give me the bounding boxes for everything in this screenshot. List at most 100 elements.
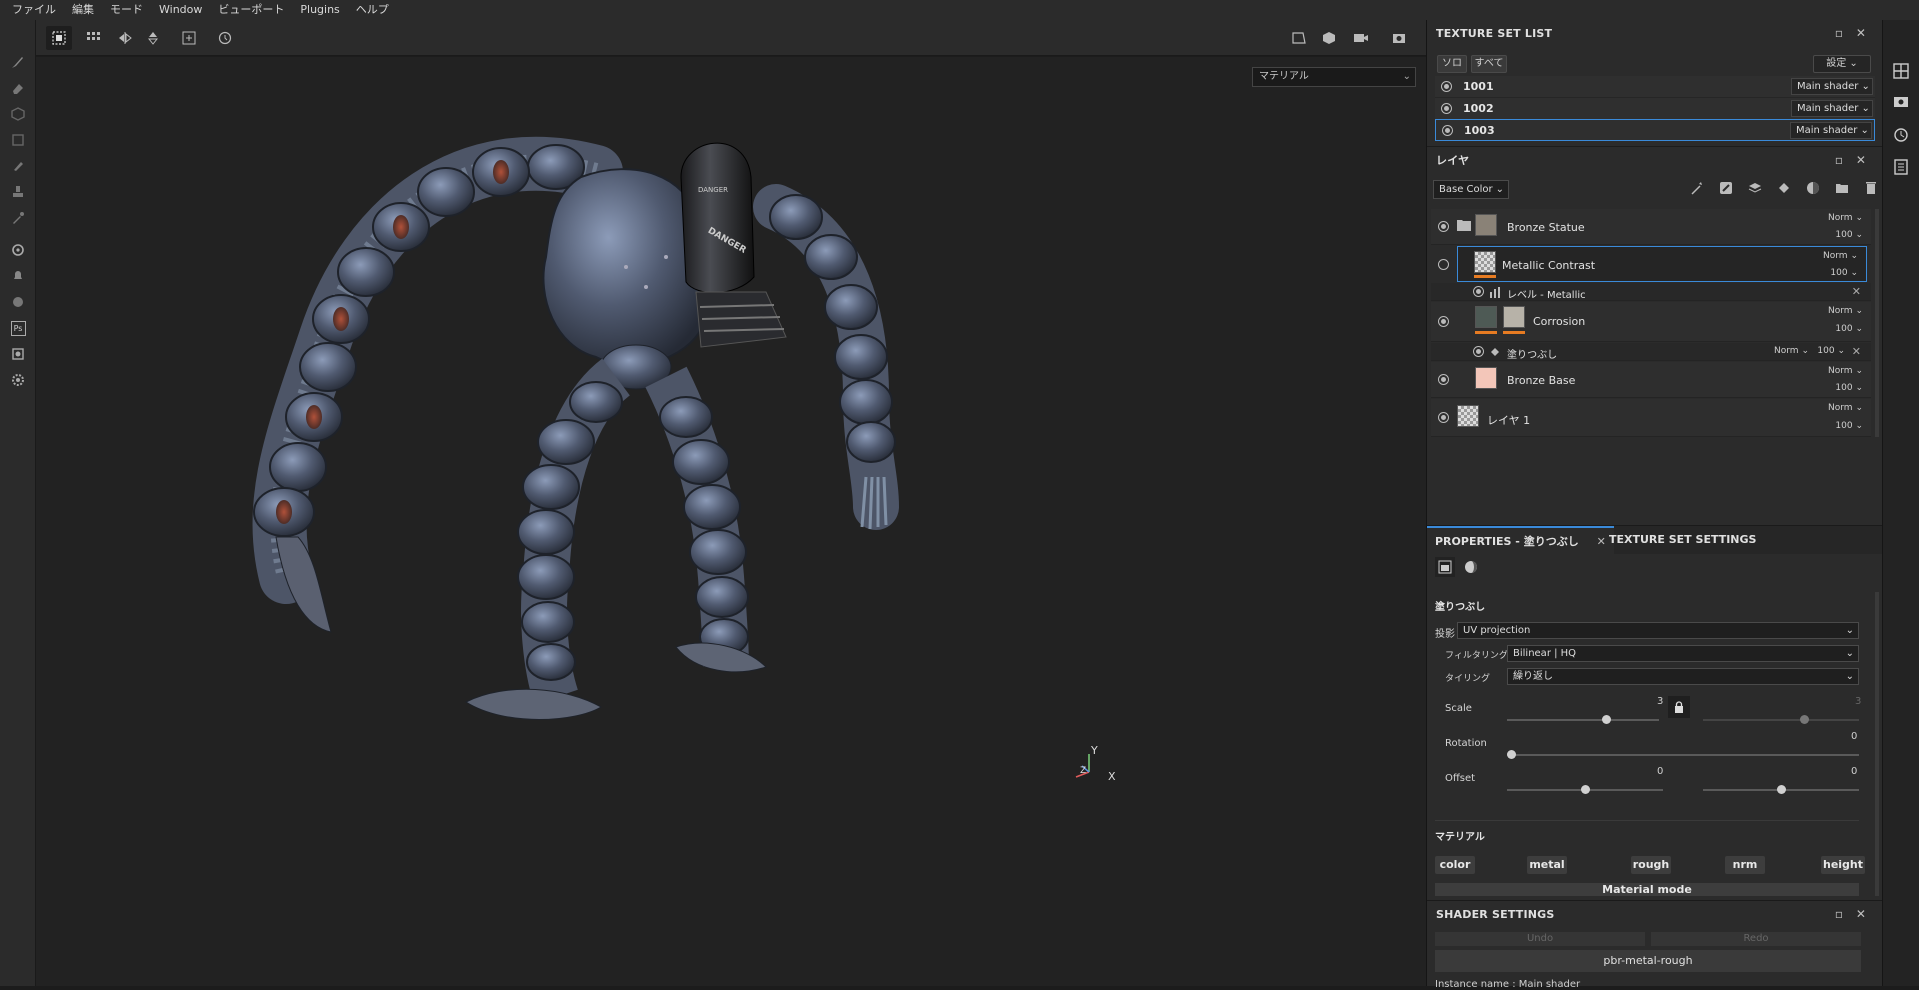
layer-row[interactable]: Corrosion Norm ⌄ 100 ⌄ xyxy=(1431,302,1871,342)
rotation-value[interactable]: 0 xyxy=(1851,731,1857,742)
effect-row-fill[interactable]: 塗りつぶし Norm ⌄ 100 ⌄ ✕ xyxy=(1431,343,1871,361)
blend-mode-select[interactable]: Norm ⌄ xyxy=(1774,346,1809,356)
visibility-eye-icon[interactable] xyxy=(1473,286,1484,297)
settings-icon[interactable] xyxy=(6,368,30,392)
symmetry-x-icon[interactable] xyxy=(112,26,138,50)
slider-knob[interactable] xyxy=(1601,715,1611,724)
layer-row-folder[interactable]: Bronze Statue Norm ⌄ 100 ⌄ xyxy=(1431,209,1871,245)
settings-dropdown[interactable]: 設定 ⌄ xyxy=(1813,55,1871,73)
visibility-eye-icon[interactable] xyxy=(1438,221,1449,232)
all-button[interactable]: すべて xyxy=(1471,55,1507,73)
add-icon[interactable] xyxy=(176,26,202,50)
shader-preset-button[interactable]: pbr-metal-rough xyxy=(1435,950,1861,972)
opacity-select[interactable]: 100 ⌄ xyxy=(1830,268,1858,278)
effect-row-levels[interactable]: レベル - Metallic ✕ xyxy=(1431,283,1871,301)
menu-plugins[interactable]: Plugins xyxy=(292,0,347,20)
opacity-select[interactable]: 100 ⌄ xyxy=(1817,346,1845,356)
offset-v-slider[interactable] xyxy=(1703,785,1859,794)
lock-icon[interactable] xyxy=(1668,696,1690,718)
clone-stamp-icon[interactable] xyxy=(6,180,30,204)
undock-icon[interactable]: ▫ xyxy=(1829,20,1849,46)
visibility-eye-icon[interactable] xyxy=(1442,125,1453,136)
undo-button[interactable]: Undo xyxy=(1435,932,1645,946)
blend-mode-select[interactable]: Norm ⌄ xyxy=(1828,366,1863,376)
paint-brush-icon[interactable] xyxy=(6,50,30,74)
history-icon[interactable] xyxy=(1892,126,1910,144)
notification-icon[interactable] xyxy=(6,264,30,288)
substance-icon[interactable] xyxy=(6,290,30,314)
blend-mode-select[interactable]: Norm ⌄ xyxy=(1828,306,1863,316)
viewport-display-mode-select[interactable]: マテリアル ⌄ xyxy=(1252,67,1416,87)
blend-mode-select[interactable]: Norm ⌄ xyxy=(1828,403,1863,413)
rotation-slider[interactable] xyxy=(1507,750,1859,759)
color-picker-icon[interactable] xyxy=(6,206,30,230)
menu-file[interactable]: ファイル xyxy=(4,0,64,20)
channel-toggle-nrm[interactable]: nrm xyxy=(1725,856,1765,874)
blend-mode-select[interactable]: Norm ⌄ xyxy=(1823,251,1858,261)
layout-view-icon[interactable] xyxy=(1286,26,1312,50)
channel-toggle-color[interactable]: color xyxy=(1435,856,1475,874)
shader-select[interactable]: Main shader ⌄ xyxy=(1791,100,1873,117)
offset-u-value[interactable]: 0 xyxy=(1657,766,1663,777)
solo-button[interactable]: ソロ xyxy=(1437,55,1467,73)
3d-view-icon[interactable] xyxy=(1316,26,1342,50)
remove-effect-icon[interactable]: ✕ xyxy=(1852,285,1861,298)
layer-row[interactable]: レイヤ 1 Norm ⌄ 100 ⌄ xyxy=(1431,399,1871,437)
export-icon[interactable] xyxy=(6,342,30,366)
texture-set-row[interactable]: 1001 Main shader ⌄ xyxy=(1435,76,1875,98)
opacity-select[interactable]: 100 ⌄ xyxy=(1835,230,1863,240)
remove-effect-icon[interactable]: ✕ xyxy=(1852,345,1861,358)
layer-row[interactable]: Bronze Base Norm ⌄ 100 ⌄ xyxy=(1431,362,1871,398)
projection-select[interactable]: UV projection ⌄ xyxy=(1457,622,1859,639)
grid-icon[interactable] xyxy=(80,26,106,50)
tab-properties[interactable]: PROPERTIES - 塗りつぶし ✕ xyxy=(1427,526,1614,554)
screenshot-camera-icon[interactable] xyxy=(1386,26,1412,50)
menu-edit[interactable]: 編集 xyxy=(64,0,102,20)
polygon-fill-icon[interactable] xyxy=(6,128,30,152)
tab-texture-set-settings[interactable]: TEXTURE SET SETTINGS xyxy=(1601,526,1764,554)
texture-set-row-selected[interactable]: 1003 Main shader ⌄ xyxy=(1435,119,1875,141)
properties-scrollbar[interactable] xyxy=(1875,592,1879,896)
visibility-eye-icon[interactable] xyxy=(1438,412,1449,423)
shader-select[interactable]: Main shader ⌄ xyxy=(1791,78,1873,95)
menu-help[interactable]: ヘルプ xyxy=(348,0,397,20)
offset-v-value[interactable]: 0 xyxy=(1851,766,1857,777)
add-effect-icon[interactable] xyxy=(1718,180,1734,200)
add-folder-icon[interactable] xyxy=(1834,180,1850,200)
texture-set-row[interactable]: 1002 Main shader ⌄ xyxy=(1435,98,1875,120)
eraser-icon[interactable] xyxy=(6,76,30,100)
bake-icon[interactable] xyxy=(6,238,30,262)
material-sphere-icon[interactable] xyxy=(1461,557,1481,577)
close-icon[interactable]: ✕ xyxy=(1851,20,1871,46)
slider-knob[interactable] xyxy=(1507,750,1516,759)
menu-viewport[interactable]: ビューポート xyxy=(210,0,292,20)
3d-viewport[interactable]: DANGER DANGER Y X Z xyxy=(36,57,1426,986)
symmetry-y-icon[interactable] xyxy=(140,26,166,50)
layers-scrollbar[interactable] xyxy=(1875,209,1879,437)
visibility-eye-icon[interactable] xyxy=(1441,103,1452,114)
history-icon[interactable] xyxy=(212,26,238,50)
visibility-eye-icon[interactable] xyxy=(1438,259,1449,270)
magic-wand-icon[interactable] xyxy=(1689,180,1705,200)
material-mode-button[interactable]: Material mode xyxy=(1435,883,1859,896)
channel-toggle-rough[interactable]: rough xyxy=(1631,856,1671,874)
visibility-eye-icon[interactable] xyxy=(1441,81,1452,92)
undock-icon[interactable]: ▫ xyxy=(1829,147,1849,173)
slider-knob[interactable] xyxy=(1581,785,1590,794)
menu-mode[interactable]: モード xyxy=(102,0,151,20)
visibility-eye-icon[interactable] xyxy=(1438,374,1449,385)
shader-select[interactable]: Main shader ⌄ xyxy=(1790,122,1872,139)
channel-toggle-metal[interactable]: metal xyxy=(1527,856,1567,874)
tiling-select[interactable]: 繰り返し ⌄ xyxy=(1507,668,1859,685)
add-layer-icon[interactable] xyxy=(1747,180,1763,200)
redo-button[interactable]: Redo xyxy=(1651,932,1861,946)
selection-tool-icon[interactable] xyxy=(46,26,72,50)
opacity-select[interactable]: 100 ⌄ xyxy=(1835,421,1863,431)
visibility-eye-icon[interactable] xyxy=(1438,316,1449,327)
visibility-eye-icon[interactable] xyxy=(1473,346,1484,357)
layer-row-selected[interactable]: Metallic Contrast Norm ⌄ 100 ⌄ xyxy=(1457,246,1867,282)
photoshop-icon[interactable]: Ps xyxy=(6,316,30,340)
display-settings-icon[interactable] xyxy=(1892,94,1910,112)
scale-u-value[interactable]: 3 xyxy=(1657,696,1663,707)
add-fill-layer-icon[interactable] xyxy=(1776,180,1792,200)
